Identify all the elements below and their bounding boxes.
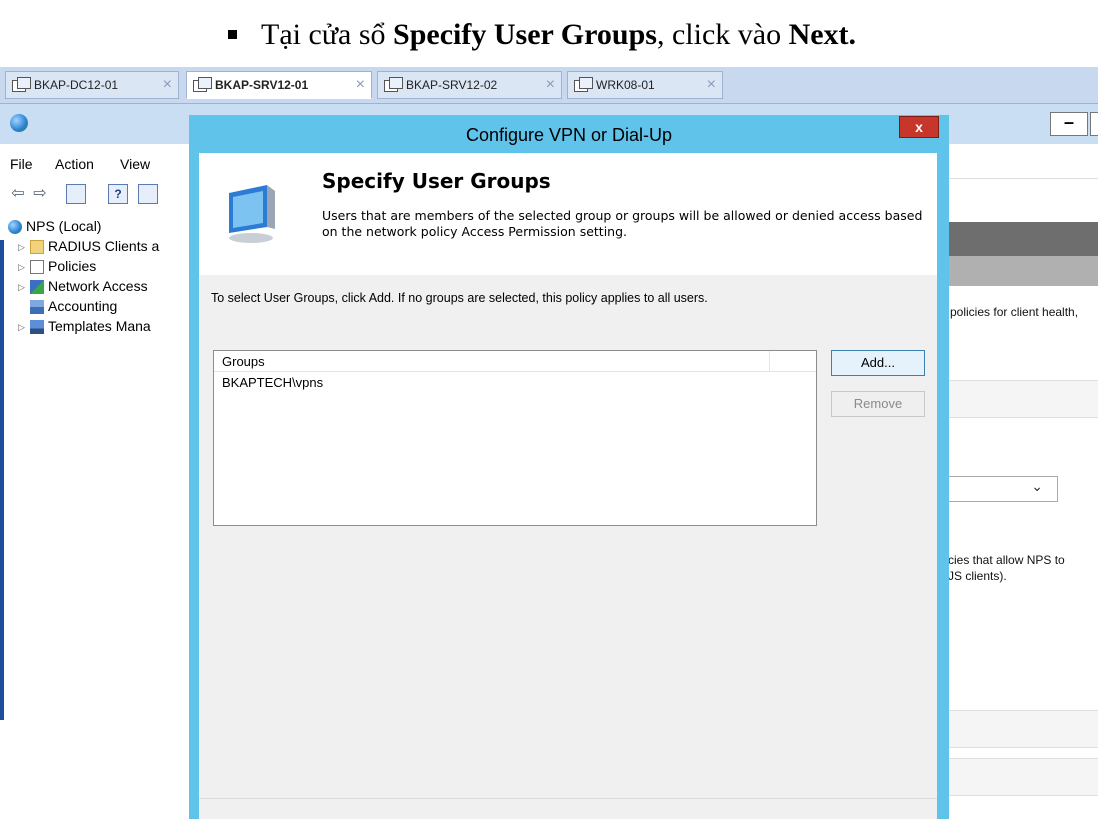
heading-bold-window-name: Specify User Groups bbox=[393, 18, 657, 51]
wizard-computer-icon bbox=[229, 185, 275, 243]
vm-console-icon bbox=[12, 77, 31, 93]
bullet-icon bbox=[228, 29, 237, 39]
dialog-body: Specify User Groups Users that are membe… bbox=[199, 153, 937, 819]
network-access-icon bbox=[30, 280, 44, 295]
wizard-page-title: Specify User Groups bbox=[322, 169, 551, 193]
nps-app-icon bbox=[10, 114, 28, 132]
show-hide-tree-icon[interactable] bbox=[66, 184, 86, 204]
details-pane: policies for client health, cies that al… bbox=[948, 104, 1098, 819]
templates-icon bbox=[30, 320, 44, 335]
help-icon[interactable]: ? bbox=[108, 184, 128, 204]
forward-arrow-icon[interactable]: ⇨ bbox=[30, 184, 50, 204]
left-edge-strip bbox=[0, 240, 4, 720]
dialog-close-button[interactable]: x bbox=[899, 116, 939, 138]
tab-bkap-dc12-01[interactable]: BKAP-DC12-01 × bbox=[5, 71, 179, 99]
details-section-box bbox=[948, 710, 1098, 748]
accounting-icon bbox=[30, 300, 44, 315]
details-header-light bbox=[948, 256, 1098, 286]
tree-item-templates[interactable]: ▷ Templates Mana bbox=[8, 316, 198, 336]
heading-prefix: Tại cửa sổ bbox=[261, 18, 394, 51]
column-separator[interactable] bbox=[769, 351, 770, 371]
tree-label: Templates Mana bbox=[48, 318, 151, 334]
expand-triangle-icon[interactable]: ▷ bbox=[18, 257, 30, 277]
menu-action[interactable]: Action bbox=[55, 156, 94, 172]
wizard-header: Specify User Groups Users that are membe… bbox=[199, 153, 937, 275]
folder-icon bbox=[30, 240, 44, 255]
action-pane-icon[interactable] bbox=[138, 184, 158, 204]
tree-item-network-access[interactable]: ▷ Network Access bbox=[8, 276, 198, 296]
dialog-title: Configure VPN or Dial-Up bbox=[465, 125, 673, 145]
tree-item-radius-clients[interactable]: ▷ RADIUS Clients a bbox=[8, 236, 198, 256]
tab-bkap-srv12-01[interactable]: BKAP-SRV12-01 × bbox=[186, 71, 372, 99]
tab-bkap-srv12-02[interactable]: BKAP-SRV12-02 × bbox=[377, 71, 562, 99]
tree-label: Accounting bbox=[48, 298, 118, 314]
details-text: policies for client health, bbox=[950, 305, 1079, 319]
console-tree: NPS (Local) ▷ RADIUS Clients a ▷ Policies … bbox=[8, 216, 198, 336]
tree-label: Network Access bbox=[48, 278, 148, 294]
details-section-box bbox=[948, 380, 1098, 418]
groups-list[interactable]: Groups BKAPTECH\vpns bbox=[213, 350, 817, 526]
configure-vpn-dialog: Configure VPN or Dial-Up x Specify User … bbox=[189, 115, 949, 819]
close-icon[interactable]: × bbox=[707, 76, 716, 94]
close-icon[interactable]: × bbox=[356, 76, 365, 94]
menu-view[interactable]: View bbox=[120, 156, 150, 172]
tree-item-nps-local[interactable]: NPS (Local) bbox=[8, 216, 198, 236]
add-button[interactable]: Add... bbox=[831, 350, 925, 376]
tree-label: NPS (Local) bbox=[26, 218, 102, 234]
details-text: cies that allow NPS to bbox=[948, 553, 1065, 567]
tree-item-policies[interactable]: ▷ Policies bbox=[8, 256, 198, 276]
instruction-text: To select User Groups, click Add. If no … bbox=[211, 291, 708, 305]
tab-label: BKAP-SRV12-01 bbox=[215, 78, 309, 92]
list-item[interactable]: BKAPTECH\vpns bbox=[222, 375, 323, 390]
menu-file[interactable]: File bbox=[10, 156, 33, 172]
column-header-label: Groups bbox=[222, 354, 265, 369]
back-arrow-icon[interactable]: ⇦ bbox=[8, 184, 28, 204]
tree-item-accounting[interactable]: Accounting bbox=[8, 296, 198, 316]
groups-column-header[interactable]: Groups bbox=[214, 351, 816, 372]
divider bbox=[948, 178, 1098, 179]
heading-middle: , click vào bbox=[656, 18, 789, 51]
details-section-box bbox=[948, 758, 1098, 796]
heading-bold-next: Next. bbox=[788, 18, 857, 51]
tab-label: BKAP-SRV12-02 bbox=[406, 78, 498, 92]
tree-label: Policies bbox=[48, 258, 97, 274]
tree-label: RADIUS Clients a bbox=[48, 238, 160, 254]
vm-console-icon bbox=[384, 77, 403, 93]
tab-label: BKAP-DC12-01 bbox=[34, 78, 119, 92]
vm-console-icon bbox=[574, 77, 593, 93]
expand-triangle-icon[interactable]: ▷ bbox=[18, 237, 30, 257]
details-header-dark bbox=[948, 222, 1098, 256]
close-icon[interactable]: × bbox=[546, 76, 555, 94]
close-icon[interactable]: × bbox=[163, 76, 172, 94]
console-toolbar: ⇦ ⇨ ? bbox=[0, 180, 200, 210]
remove-button[interactable]: Remove bbox=[831, 391, 925, 417]
document-heading: Tại cửa sổ Specify User Groups, click và… bbox=[228, 18, 856, 52]
nps-icon bbox=[8, 220, 22, 235]
configuration-dropdown[interactable] bbox=[948, 476, 1058, 502]
vm-console-icon bbox=[193, 77, 212, 93]
expand-triangle-icon[interactable]: ▷ bbox=[18, 277, 30, 297]
tab-label: WRK08-01 bbox=[596, 78, 655, 92]
policies-icon bbox=[30, 260, 44, 275]
vm-tab-bar: BKAP-DC12-01 × BKAP-SRV12-01 × BKAP-SRV1… bbox=[0, 67, 1098, 104]
wizard-page-description: Users that are members of the selected g… bbox=[322, 208, 923, 239]
expand-triangle-icon[interactable]: ▷ bbox=[18, 317, 30, 337]
footer-divider bbox=[199, 798, 937, 799]
tab-wrk08-01[interactable]: WRK08-01 × bbox=[567, 71, 723, 99]
details-text: JS clients). bbox=[948, 569, 1007, 583]
